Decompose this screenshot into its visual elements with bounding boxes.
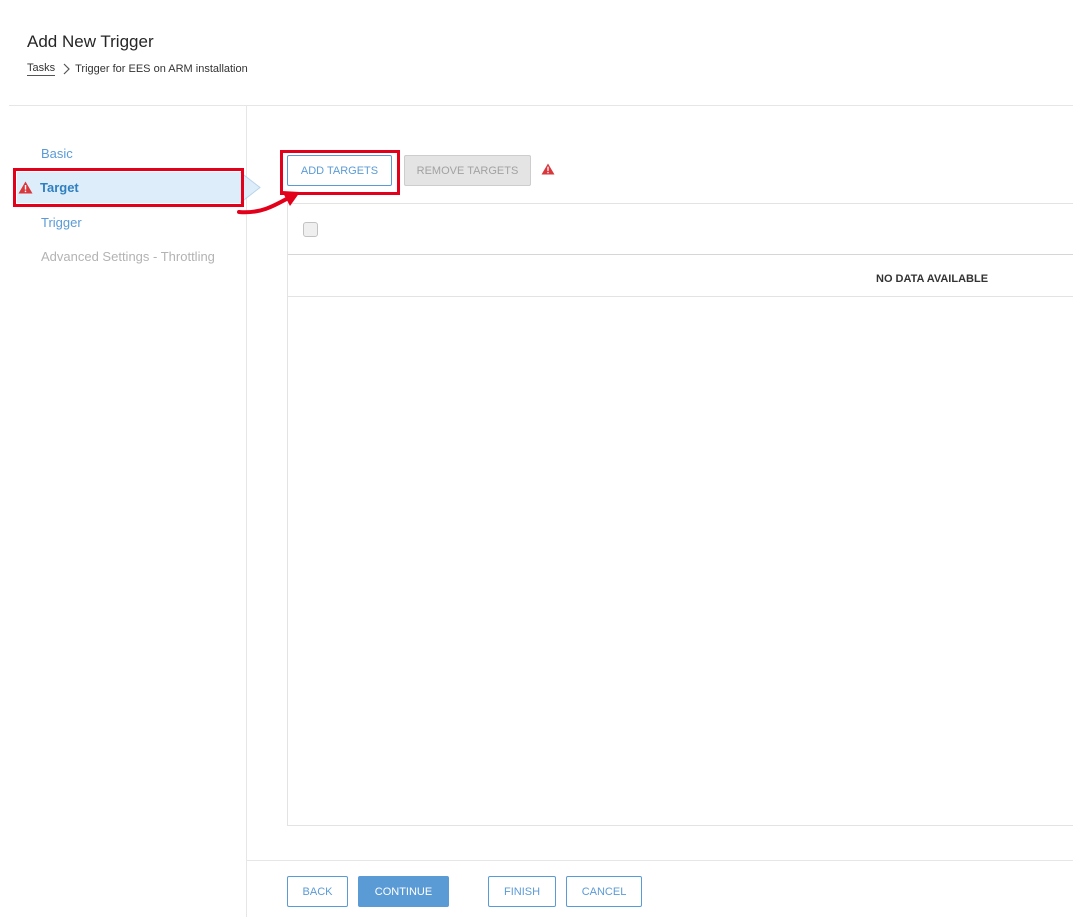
finish-button[interactable]: FINISH — [488, 876, 556, 907]
add-trigger-wizard: Add New Trigger Tasks Trigger for EES on… — [0, 0, 1073, 917]
sidebar-divider — [246, 106, 247, 917]
annotation-arrow-icon — [237, 191, 300, 215]
step-trigger[interactable]: Trigger — [41, 215, 82, 230]
targets-grid: NO DATA AVAILABLE — [287, 203, 1073, 826]
step-target-label: Target — [40, 180, 79, 195]
header-divider — [9, 105, 1073, 106]
back-button[interactable]: BACK — [287, 876, 348, 907]
breadcrumb: Tasks Trigger for EES on ARM installatio… — [27, 62, 248, 76]
footer-divider — [247, 860, 1073, 861]
step-basic[interactable]: Basic — [41, 146, 73, 161]
remove-targets-button: REMOVE TARGETS — [404, 155, 531, 186]
grid-empty-row: NO DATA AVAILABLE — [288, 255, 1073, 297]
chevron-right-icon — [63, 63, 70, 75]
add-targets-button[interactable]: ADD TARGETS — [287, 155, 392, 186]
select-all-checkbox[interactable] — [303, 222, 318, 237]
breadcrumb-current: Trigger for EES on ARM installation — [75, 63, 248, 75]
grid-header — [288, 204, 1073, 255]
step-target[interactable]: Target — [17, 172, 240, 203]
no-data-message: NO DATA AVAILABLE — [876, 273, 989, 285]
cancel-button[interactable]: CANCEL — [566, 876, 642, 907]
continue-button[interactable]: CONTINUE — [358, 876, 449, 907]
page-title: Add New Trigger — [27, 32, 154, 51]
warning-triangle-icon — [541, 163, 555, 175]
breadcrumb-tasks-link[interactable]: Tasks — [27, 62, 56, 76]
warning-triangle-icon — [18, 181, 33, 194]
step-advanced-throttling: Advanced Settings - Throttling — [41, 249, 215, 264]
